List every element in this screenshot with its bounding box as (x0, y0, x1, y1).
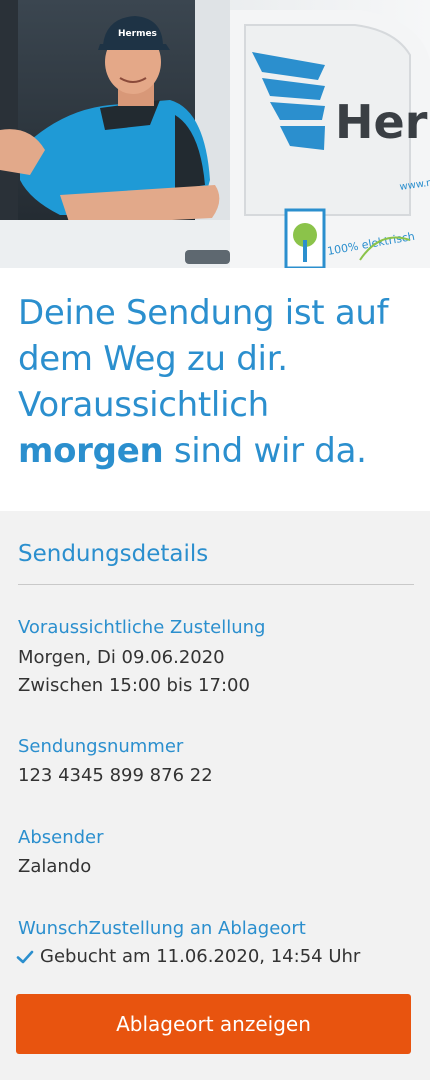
delivery-date: Morgen, Di 09.06.2020 (18, 647, 225, 668)
headline-text-end: sind wir da. (163, 431, 367, 471)
tracking-number-label: Sendungsnummer (18, 736, 184, 757)
section-title: Sendungsdetails (18, 541, 209, 567)
tracking-number: 123 4345 899 876 22 (18, 765, 213, 786)
delivery-preference-label: WunschZustellung an Ablageort (18, 918, 306, 939)
sender-label: Absender (18, 827, 104, 848)
headline-text: Deine Sendung ist auf dem Weg zu dir. Vo… (18, 293, 389, 425)
show-drop-location-button[interactable]: Ablageort anzeigen (16, 994, 411, 1054)
shipment-details: Sendungsdetails Voraussichtliche Zustell… (0, 511, 430, 1080)
hero-image: Hermes www.my 100% elektrisch Hermes (0, 0, 430, 268)
van-brand-text: Hermes (335, 95, 430, 149)
headline-emphasis: morgen (18, 431, 164, 471)
delivery-preference-value: Gebucht am 11.06.2020, 14:54 Uhr (40, 946, 361, 967)
headline-panel: Deine Sendung ist auf dem Weg zu dir. Vo… (0, 268, 430, 511)
status-headline: Deine Sendung ist auf dem Weg zu dir. Vo… (18, 290, 418, 474)
delivery-time: Zwischen 15:00 bis 17:00 (18, 675, 250, 696)
sender-value: Zalando (18, 856, 92, 877)
divider (18, 584, 414, 585)
delivery-preference-row: Gebucht am 11.06.2020, 14:54 Uhr (16, 946, 360, 967)
delivery-label: Voraussichtliche Zustellung (18, 617, 266, 638)
check-icon (16, 950, 34, 963)
cap-brand-text: Hermes (118, 29, 157, 39)
